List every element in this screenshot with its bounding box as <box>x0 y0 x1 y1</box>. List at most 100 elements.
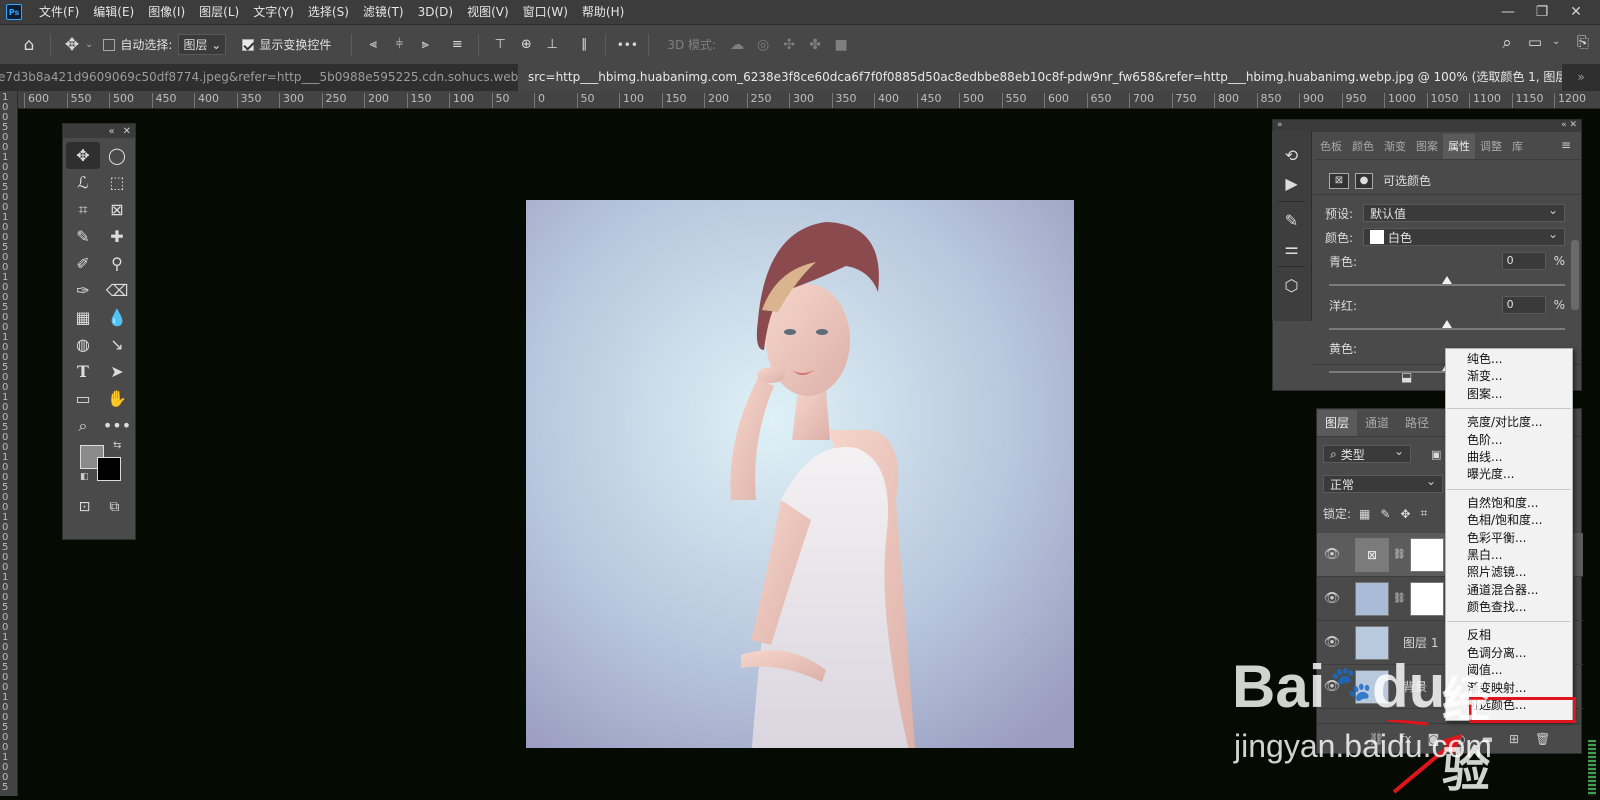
adjustment-menu-item[interactable]: 渐变... <box>1446 368 1572 385</box>
camera-3d-icon[interactable]: ■ <box>828 37 854 53</box>
3d-cube-icon[interactable]: ⬡ <box>1272 271 1311 299</box>
move-tool-icon[interactable]: ✥ <box>59 35 85 55</box>
adjustment-menu-item[interactable]: 通道混合器... <box>1446 582 1572 599</box>
healing-brush-icon[interactable]: ✚ <box>100 223 134 250</box>
adjustment-menu-item[interactable]: 照片滤镜... <box>1446 564 1572 581</box>
document-tab-active[interactable]: src=http___hbimg.huabanimg.com_6238e3f8c… <box>518 64 1562 91</box>
adjustment-menu-item[interactable]: 反相 <box>1446 627 1572 644</box>
slider-value-input[interactable]: 0 <box>1501 296 1546 314</box>
slider-thumb[interactable] <box>1442 320 1452 328</box>
image-filter-icon[interactable]: ▣ <box>1431 448 1441 461</box>
menu-item[interactable]: 图层(L) <box>192 0 246 24</box>
adjustment-menu-item[interactable]: 色调分离... <box>1446 645 1572 662</box>
minimize-button[interactable]: — <box>1492 0 1524 24</box>
checkbox-checked-icon[interactable] <box>242 38 255 51</box>
brush-tool-icon[interactable]: ✐ <box>66 250 100 277</box>
adjustment-menu-item[interactable]: 曝光度... <box>1446 466 1572 483</box>
home-icon[interactable]: ⌂ <box>16 35 42 55</box>
canvas-image[interactable] <box>526 200 1074 748</box>
panel-menu-icon[interactable]: ≡ <box>1561 138 1571 152</box>
properties-tab[interactable]: 颜色 <box>1347 134 1379 159</box>
properties-tab[interactable]: 调整 <box>1475 134 1507 159</box>
collapse-icon[interactable]: « <box>108 126 114 137</box>
slider-thumb[interactable] <box>1442 276 1452 284</box>
mask-link-icon[interactable]: ⛓ <box>1393 549 1406 560</box>
share-icon[interactable]: ⎘ <box>1570 33 1596 51</box>
visibility-eye-icon[interactable]: 👁 <box>1321 635 1343 650</box>
visibility-eye-icon[interactable]: 👁 <box>1321 591 1343 606</box>
layers-tab[interactable]: 通道 <box>1357 410 1397 436</box>
filter-dropdown[interactable]: ⌕ 类型 <box>1323 444 1411 463</box>
type-tool-icon[interactable]: T <box>66 358 100 385</box>
chevron-down-icon[interactable]: ⌄ <box>85 39 93 50</box>
orbit-3d-icon[interactable]: ☁ <box>724 37 750 53</box>
rectangle-tool-icon[interactable]: ▭ <box>66 385 100 412</box>
align-middle-icon[interactable]: ⊕ <box>513 37 539 52</box>
delete-layer-icon[interactable]: 🗑 <box>1535 732 1550 746</box>
adjustment-menu-item[interactable]: 阈值... <box>1446 662 1572 679</box>
blur-tool-icon[interactable]: 💧 <box>100 304 134 331</box>
menu-item[interactable]: 窗口(W) <box>516 0 575 24</box>
align-left-icon[interactable]: ⫷ <box>360 37 386 52</box>
lock-transparent-icon[interactable]: ▦ <box>1359 507 1370 521</box>
menu-item[interactable]: 图像(I) <box>141 0 192 24</box>
checkbox-icon[interactable] <box>103 38 116 51</box>
quick-mask-icon[interactable]: ⊡ <box>79 499 91 515</box>
more-tools-icon[interactable]: ••• <box>100 412 134 439</box>
adjustment-menu-item[interactable]: 自然饱和度... <box>1446 495 1572 512</box>
object-select-icon[interactable]: ⬚ <box>100 169 134 196</box>
lock-position-icon[interactable]: ✥ <box>1400 507 1410 521</box>
properties-tab[interactable]: 色板 <box>1315 134 1347 159</box>
move-tool-icon[interactable]: ✥ <box>66 142 100 169</box>
frame-tool-icon[interactable]: ⊠ <box>100 196 134 223</box>
lock-artboard-icon[interactable]: ⌗ <box>1421 506 1428 521</box>
workspace-icon[interactable]: ▭ <box>1522 33 1548 51</box>
background-color-swatch[interactable] <box>97 457 121 481</box>
mask-icon[interactable]: ● <box>1355 172 1373 189</box>
layer-thumbnail[interactable]: ⊠ <box>1355 537 1389 572</box>
properties-tab[interactable]: 图案 <box>1411 134 1443 159</box>
adjust-sliders-icon[interactable]: ⚌ <box>1272 234 1311 262</box>
layer-thumbnail[interactable] <box>1355 581 1389 616</box>
search-icon[interactable]: ⌕ <box>1494 33 1520 53</box>
layer-mask-thumbnail[interactable] <box>1409 581 1444 616</box>
adjustment-icon[interactable]: ⊠ <box>1329 172 1349 189</box>
eraser-icon[interactable]: ⌫ <box>100 277 134 304</box>
slider-track[interactable] <box>1329 276 1565 286</box>
menu-item[interactable]: 编辑(E) <box>86 0 141 24</box>
adjustment-menu-item[interactable]: 颜色查找... <box>1446 599 1572 616</box>
align-center-icon[interactable]: ⫩ <box>386 37 412 52</box>
toolbox-header[interactable]: «✕ <box>63 124 135 138</box>
auto-select-dropdown[interactable]: 图层 ⌄ <box>178 34 227 55</box>
history-icon[interactable]: ⟲ <box>1272 141 1311 169</box>
default-colors-icon[interactable]: ◧ <box>80 472 89 482</box>
menu-item[interactable]: 3D(D) <box>411 0 460 24</box>
show-transform-checkbox[interactable]: 显示变换控件 <box>242 36 331 53</box>
scrollbar[interactable] <box>1571 240 1579 310</box>
mask-link-icon[interactable]: ⛓ <box>1393 593 1406 604</box>
swap-colors-icon[interactable]: ⇆ <box>113 440 121 451</box>
properties-tab[interactable]: 属性 <box>1443 134 1475 159</box>
layer-thumbnail[interactable] <box>1355 669 1389 704</box>
chevron-down-icon[interactable]: ⌄ <box>1552 36 1560 47</box>
align-top-icon[interactable]: ⊤ <box>487 37 513 52</box>
clip-to-layer-icon[interactable]: ⬓ <box>1401 370 1412 384</box>
properties-tab[interactable]: 渐变 <box>1379 134 1411 159</box>
crop-tool-icon[interactable]: ⌗ <box>66 196 100 223</box>
brushes-icon[interactable]: ✎ <box>1272 206 1311 234</box>
close-icon[interactable]: « ✕ <box>1561 120 1577 132</box>
clone-stamp-icon[interactable]: ⚲ <box>100 250 134 277</box>
adjustment-menu-item[interactable]: 图案... <box>1446 386 1572 403</box>
menu-item[interactable]: 帮助(H) <box>575 0 631 24</box>
close-icon[interactable]: ✕ <box>123 126 131 137</box>
adjustment-menu-item[interactable]: 色阶... <box>1446 432 1572 449</box>
lasso-tool-icon[interactable]: ℒ <box>66 169 100 196</box>
layers-tab[interactable]: 路径 <box>1397 410 1437 436</box>
close-window-button[interactable]: ✕ <box>1560 0 1592 24</box>
layers-tab[interactable]: 图层 <box>1317 409 1358 436</box>
visibility-eye-icon[interactable]: 👁 <box>1321 679 1343 694</box>
screen-mode-icon[interactable]: ⧉ <box>109 499 119 515</box>
document-tab-inactive[interactable]: e7d3b8a421d9609069c50df8774.jpeg&refer=h… <box>0 64 518 91</box>
slider-track[interactable] <box>1329 320 1565 330</box>
adjustment-menu-item[interactable]: 黑白... <box>1446 547 1572 564</box>
